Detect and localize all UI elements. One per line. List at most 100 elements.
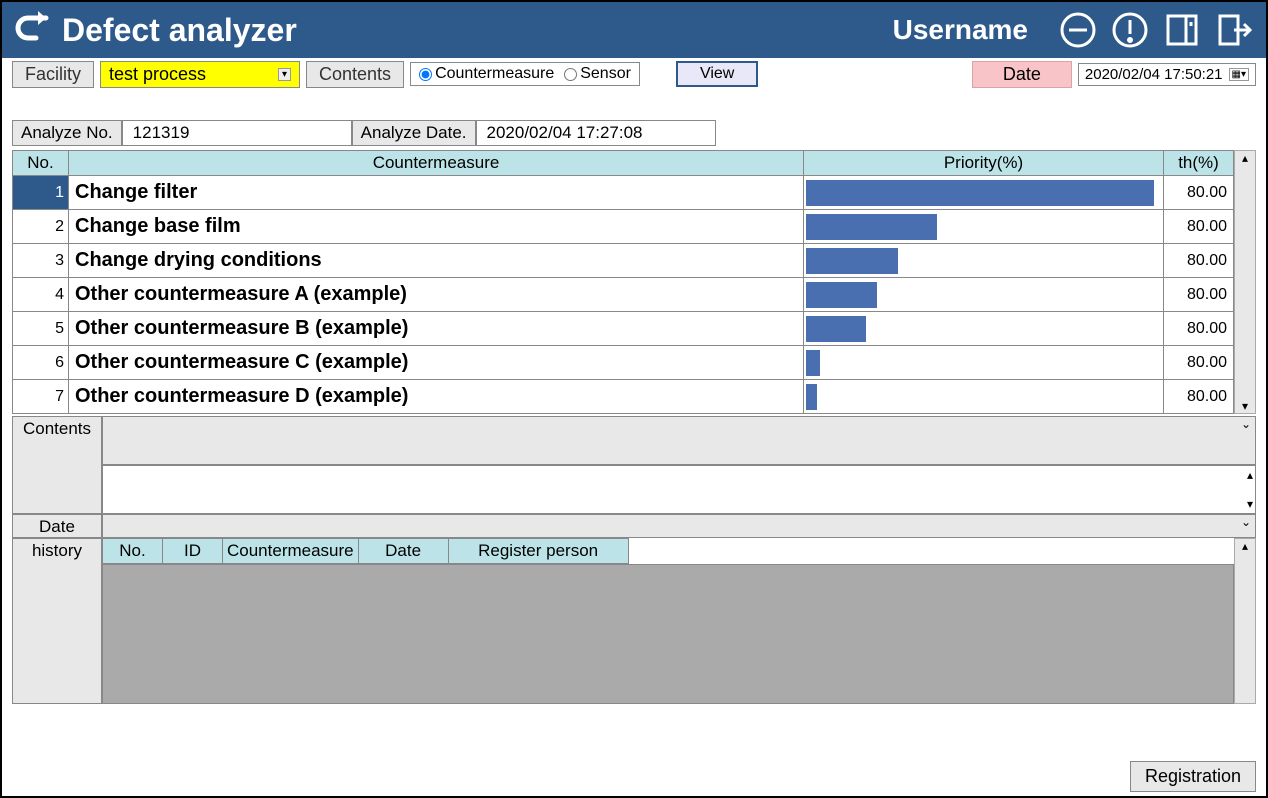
chevron-down-icon: ▾ [278, 68, 291, 81]
table-row[interactable]: 4Other countermeasure A (example) 80.00 [13, 278, 1234, 312]
countermeasure-table: No. Countermeasure Priority(%) th(%) 1Ch… [12, 150, 1234, 414]
table-scrollbar[interactable]: ▴ ▾ [1234, 150, 1256, 414]
radio-sensor[interactable]: Sensor [564, 65, 631, 83]
filter-bar: Facility test process ▾ Contents Counter… [2, 58, 1266, 90]
scroll-up-icon[interactable]: ▴ [1242, 151, 1248, 165]
radio-countermeasure[interactable]: Countermeasure [419, 65, 554, 83]
analyze-date-label: Analyze Date. [352, 120, 476, 146]
exit-icon[interactable] [1212, 8, 1256, 52]
app-header: Defect analyzer Username [2, 2, 1266, 58]
scroll-down-icon[interactable]: ▾ [1247, 497, 1253, 511]
table-row[interactable]: 2Change base film 80.00 [13, 210, 1234, 244]
history-body [102, 564, 1234, 704]
priority-bar [806, 350, 820, 376]
row-no-cell: 2 [13, 210, 69, 244]
view-button[interactable]: View [676, 61, 758, 87]
logo-icon [12, 6, 56, 55]
row-cm-cell: Change drying conditions [69, 244, 804, 278]
facility-label: Facility [12, 61, 94, 88]
table-row[interactable]: 1Change filter 80.00 [13, 176, 1234, 210]
table-row[interactable]: 5Other countermeasure B (example) 80.00 [13, 312, 1234, 346]
col-priority: Priority(%) [804, 151, 1164, 176]
radio-countermeasure-input[interactable] [419, 68, 432, 81]
contents-radio-group: Countermeasure Sensor [410, 62, 640, 86]
row-cm-cell: Change base film [69, 210, 804, 244]
hist-col-person: Register person [448, 539, 628, 564]
contents-header-strip: ⌄ [102, 416, 1256, 465]
row-th-cell: 80.00 [1164, 244, 1234, 278]
row-cm-cell: Other countermeasure C (example) [69, 346, 804, 380]
row-cm-cell: Other countermeasure B (example) [69, 312, 804, 346]
scroll-down-icon[interactable]: ▾ [1242, 399, 1248, 413]
radio-sensor-input[interactable] [564, 68, 577, 81]
history-table: No. ID Countermeasure Date Register pers… [102, 538, 629, 564]
alert-circle-icon[interactable] [1108, 8, 1152, 52]
row-no-cell: 6 [13, 346, 69, 380]
row-th-cell: 80.00 [1164, 176, 1234, 210]
row-priority-cell [804, 380, 1164, 414]
priority-bar [806, 384, 817, 410]
hist-col-cm: Countermeasure [223, 539, 359, 564]
date-label: Date [972, 61, 1072, 88]
priority-bar [806, 180, 1154, 206]
row-th-cell: 80.00 [1164, 312, 1234, 346]
priority-bar [806, 282, 877, 308]
row-no-cell: 7 [13, 380, 69, 414]
analyze-date-value: 2020/02/04 17:27:08 [476, 120, 716, 146]
col-th: th(%) [1164, 151, 1234, 176]
username-display: Username [893, 14, 1028, 46]
table-row[interactable]: 6Other countermeasure C (example) 80.00 [13, 346, 1234, 380]
analyze-no-value: 121319 [122, 120, 352, 146]
contents-label: Contents [306, 61, 404, 88]
row-no-cell: 5 [13, 312, 69, 346]
chevron-down-icon[interactable]: ⌄ [1241, 417, 1251, 431]
registration-button[interactable]: Registration [1130, 761, 1256, 792]
table-row[interactable]: 7Other countermeasure D (example) 80.00 [13, 380, 1234, 414]
countermeasure-table-wrap: No. Countermeasure Priority(%) th(%) 1Ch… [12, 150, 1256, 414]
footer: Registration [1130, 761, 1256, 792]
row-priority-cell [804, 346, 1164, 380]
row-th-cell: 80.00 [1164, 278, 1234, 312]
row-cm-cell: Change filter [69, 176, 804, 210]
date-strip[interactable]: ⌄ [102, 514, 1256, 538]
facility-value: test process [109, 64, 206, 85]
history-scrollbar[interactable]: ▴ [1234, 538, 1256, 704]
date-panel-label: Date [12, 514, 102, 538]
row-no-cell: 4 [13, 278, 69, 312]
row-th-cell: 80.00 [1164, 380, 1234, 414]
row-priority-cell [804, 176, 1164, 210]
row-no-cell: 3 [13, 244, 69, 278]
col-countermeasure: Countermeasure [69, 151, 804, 176]
calendar-dropdown-icon: ▦▾ [1229, 68, 1249, 81]
col-no: No. [13, 151, 69, 176]
contents-textarea[interactable]: ▴ ▾ [102, 465, 1256, 514]
row-th-cell: 80.00 [1164, 346, 1234, 380]
sidebar-icon[interactable] [1160, 8, 1204, 52]
app-title: Defect analyzer [62, 12, 297, 49]
row-cm-cell: Other countermeasure D (example) [69, 380, 804, 414]
row-priority-cell [804, 278, 1164, 312]
priority-bar [806, 316, 866, 342]
row-th-cell: 80.00 [1164, 210, 1234, 244]
analyze-info-bar: Analyze No. 121319 Analyze Date. 2020/02… [12, 120, 1256, 146]
row-priority-cell [804, 244, 1164, 278]
priority-bar [806, 248, 898, 274]
minus-circle-icon[interactable] [1056, 8, 1100, 52]
scroll-up-icon[interactable]: ▴ [1247, 468, 1253, 482]
facility-dropdown[interactable]: test process ▾ [100, 61, 300, 88]
scroll-up-icon[interactable]: ▴ [1242, 539, 1248, 553]
analyze-no-label: Analyze No. [12, 120, 122, 146]
hist-col-id: ID [163, 539, 223, 564]
chevron-down-icon: ⌄ [1241, 515, 1251, 529]
date-value: 2020/02/04 17:50:21 [1085, 66, 1223, 83]
row-priority-cell [804, 210, 1164, 244]
table-row[interactable]: 3Change drying conditions 80.00 [13, 244, 1234, 278]
date-picker[interactable]: 2020/02/04 17:50:21 ▦▾ [1078, 63, 1256, 86]
contents-panel-label: Contents [12, 416, 102, 514]
hist-col-date: Date [358, 539, 448, 564]
row-priority-cell [804, 312, 1164, 346]
row-no-cell: 1 [13, 176, 69, 210]
row-cm-cell: Other countermeasure A (example) [69, 278, 804, 312]
hist-col-no: No. [103, 539, 163, 564]
priority-bar [806, 214, 937, 240]
